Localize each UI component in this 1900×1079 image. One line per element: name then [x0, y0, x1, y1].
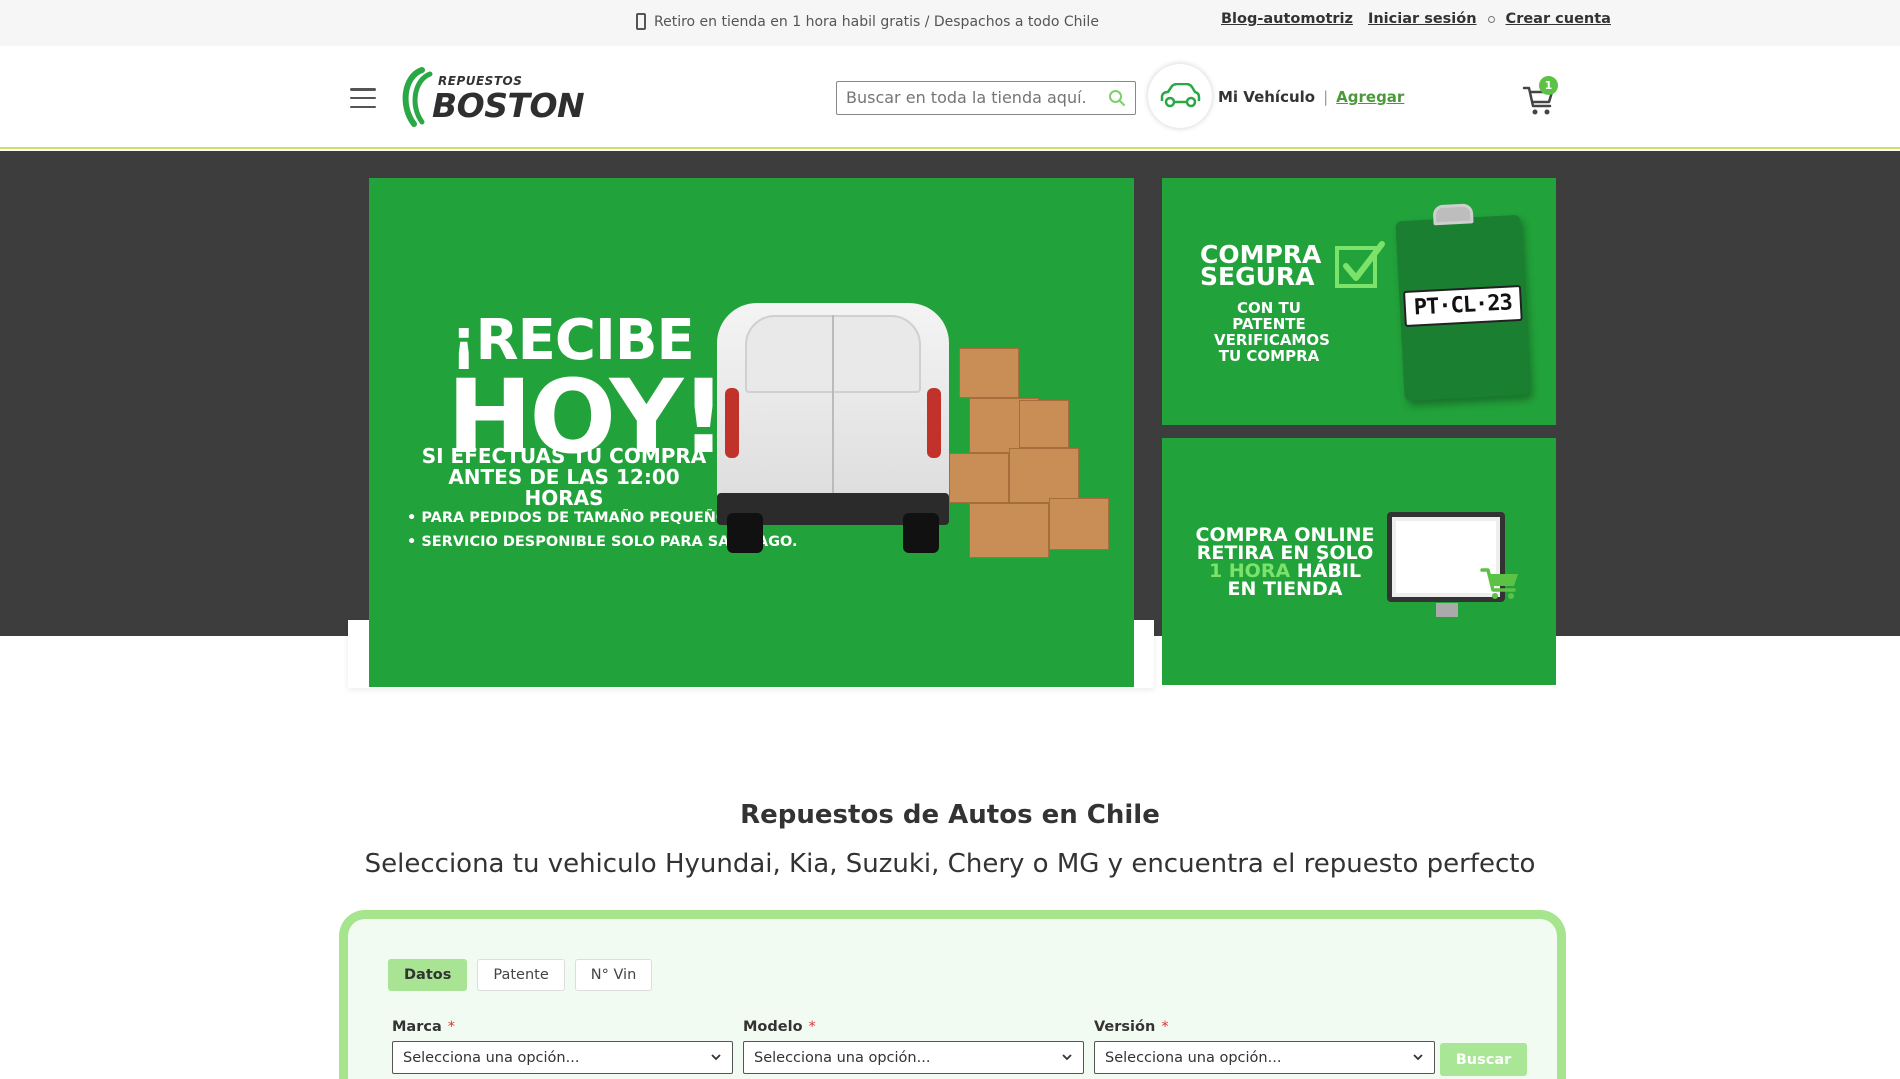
marca-label: Marca *	[392, 1019, 455, 1035]
version-field: Versión * Selecciona una opción...	[1094, 1019, 1435, 1074]
search-input[interactable]	[837, 82, 1087, 112]
logo-swoosh-icon	[402, 67, 433, 127]
main-header: REPUESTOS BOSTON Mi Vehículo | Agregar 1	[0, 46, 1900, 149]
vehicle-separator: |	[1323, 88, 1329, 106]
clipboard-image: PT·CL·23	[1395, 203, 1530, 402]
banner-subtitle: SI EFECTUAS TU COMPRA ANTES DE LAS 12:00…	[421, 444, 707, 510]
logo-big-text: BOSTON	[432, 86, 585, 125]
chevron-down-icon	[711, 1054, 721, 1061]
banner-recibe-hoy[interactable]: ¡RECIBE HOY! SI EFECTUAS TU COMPRA ANTES…	[369, 178, 1134, 687]
cart-count-badge: 1	[1539, 76, 1558, 95]
compra-segura-subtitle: CON TU PATENTE VERIFICAMOS TU COMPRA	[1214, 299, 1330, 365]
cart-button[interactable]: 1	[1522, 76, 1562, 116]
search-icon[interactable]	[1108, 89, 1126, 107]
search-box	[836, 81, 1136, 115]
compra-segura-title: COMPRA SEGURA	[1200, 240, 1322, 291]
modelo-label: Modelo *	[743, 1019, 816, 1035]
tab-vin[interactable]: N° Vin	[574, 959, 653, 991]
shopping-cart-icon	[1480, 568, 1518, 599]
vehicle-button[interactable]	[1148, 64, 1212, 128]
account-links: Blog-automotriz Iniciar sesión Crear cue…	[1221, 11, 1611, 27]
selector-tabs: Datos Patente N° Vin	[388, 959, 653, 991]
banner-compra-segura[interactable]: COMPRA SEGURA CON TU PATENTE VERIFICAMOS…	[1162, 178, 1556, 425]
tab-patente[interactable]: Patente	[477, 959, 565, 991]
page-subtitle: Selecciona tu vehiculo Hyundai, Kia, Suz…	[364, 849, 1536, 879]
promo-message: Retiro en tienda en 1 hora habil gratis …	[636, 13, 1099, 30]
hamburger-menu-icon[interactable]	[350, 88, 376, 108]
modelo-field: Modelo * Selecciona una opción...	[743, 1019, 1084, 1074]
site-logo[interactable]: REPUESTOS BOSTON	[396, 66, 585, 128]
promo-text: Retiro en tienda en 1 hora habil gratis …	[654, 13, 1099, 30]
marca-select[interactable]: Selecciona una opción...	[392, 1041, 733, 1074]
modelo-select[interactable]: Selecciona una opción...	[743, 1041, 1084, 1074]
add-vehicle-link[interactable]: Agregar	[1336, 88, 1404, 106]
login-link[interactable]: Iniciar sesión	[1368, 11, 1477, 27]
page-title: Repuestos de Autos en Chile	[740, 800, 1160, 830]
phone-icon	[636, 13, 646, 30]
car-icon	[1160, 83, 1201, 108]
chevron-down-icon	[1413, 1054, 1423, 1061]
separator-dot	[1487, 15, 1495, 23]
chevron-down-icon	[1062, 1054, 1072, 1061]
license-plate: PT·CL·23	[1403, 284, 1523, 328]
marca-field: Marca * Selecciona una opción...	[392, 1019, 733, 1074]
buscar-button[interactable]: Buscar	[1440, 1043, 1527, 1076]
vehicle-selector-panel: Datos Patente N° Vin Marca * Selecciona u…	[339, 910, 1566, 1079]
my-vehicle: Mi Vehículo | Agregar	[1218, 88, 1404, 106]
version-select[interactable]: Selecciona una opción...	[1094, 1041, 1435, 1074]
delivery-van-image	[717, 303, 949, 553]
tab-datos[interactable]: Datos	[388, 959, 468, 991]
compra-online-text: COMPRA ONLINE RETIRA EN SOLO 1 HORA HÁBI…	[1195, 524, 1375, 600]
my-vehicle-label: Mi Vehículo	[1218, 88, 1316, 106]
banner-compra-online[interactable]: COMPRA ONLINE RETIRA EN SOLO 1 HORA HÁBI…	[1162, 438, 1556, 685]
checkmark-icon	[1335, 241, 1385, 288]
blog-link[interactable]: Blog-automotriz	[1221, 11, 1353, 27]
version-label: Versión *	[1094, 1019, 1169, 1035]
top-bar: Retiro en tienda en 1 hora habil gratis …	[0, 0, 1900, 46]
signup-link[interactable]: Crear cuenta	[1506, 11, 1611, 27]
